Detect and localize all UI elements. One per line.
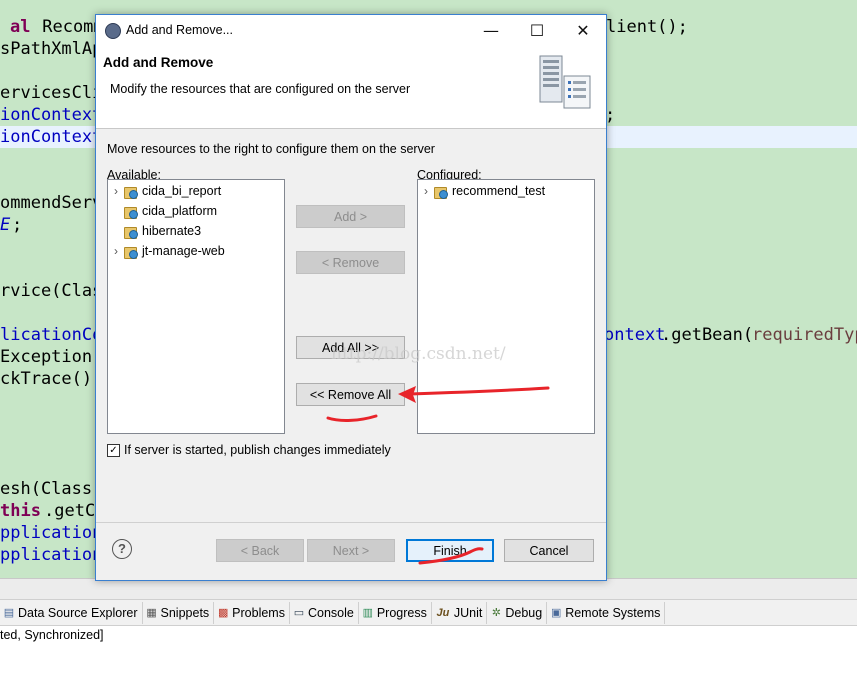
- code-fragment: E: [0, 215, 11, 235]
- tab-problems[interactable]: ▩ Problems: [214, 601, 290, 624]
- close-button[interactable]: ✕: [560, 15, 606, 46]
- dialog-title: Add and Remove...: [126, 23, 234, 37]
- finish-button[interactable]: Finish: [406, 539, 494, 562]
- dialog-titlebar[interactable]: Add and Remove... — ☐ ✕: [96, 15, 606, 46]
- data-source-icon: ▤: [3, 606, 15, 619]
- banner-title: Add and Remove: [103, 55, 214, 70]
- list-item-label: hibernate3: [142, 224, 202, 238]
- editor-scroll-area: [0, 578, 857, 599]
- tab-label: JUnit: [453, 605, 483, 620]
- publish-checkbox-label: If server is started, publish changes im…: [124, 443, 391, 457]
- web-project-icon: [124, 205, 138, 219]
- junit-icon: Ju: [436, 606, 450, 619]
- chevron-right-icon[interactable]: ›: [108, 244, 124, 258]
- chevron-right-icon[interactable]: ›: [108, 184, 124, 198]
- available-list[interactable]: › cida_bi_report cida_platform hibernate…: [107, 179, 285, 434]
- views-tab-bar: ▤ Data Source Explorer ▦ Snippets ▩ Prob…: [0, 599, 857, 626]
- list-item[interactable]: › cida_bi_report: [108, 181, 221, 201]
- configured-list[interactable]: › recommend_test: [417, 179, 595, 434]
- tab-label: Data Source Explorer: [18, 605, 138, 620]
- code-fragment: esh(Class-: [0, 479, 103, 499]
- code-fragment: requiredTyp: [752, 325, 857, 345]
- code-fragment: al: [10, 17, 31, 37]
- console-icon: ▭: [293, 606, 305, 619]
- add-remove-dialog: Add and Remove... — ☐ ✕ Add and Remove M…: [95, 14, 607, 581]
- code-fragment: .getBean(: [661, 325, 754, 345]
- remove-button[interactable]: < Remove: [296, 251, 405, 274]
- web-project-icon: [124, 245, 138, 259]
- code-fragment: ckTrace(): [0, 369, 93, 389]
- code-fragment: ;: [12, 215, 23, 235]
- instruction-text: Move resources to the right to configure…: [107, 142, 435, 156]
- list-item-label: cida_platform: [142, 204, 218, 218]
- publish-checkbox-row[interactable]: ✓ If server is started, publish changes …: [107, 443, 391, 457]
- web-project-icon: [434, 185, 448, 199]
- code-fragment: ionContext: [0, 127, 103, 147]
- minimize-button[interactable]: —: [468, 15, 514, 46]
- problems-icon: ▩: [217, 606, 229, 619]
- banner-description: Modify the resources that are configured…: [110, 82, 411, 96]
- tab-debug[interactable]: ✲ Debug: [487, 601, 548, 624]
- eclipse-icon: [105, 23, 121, 39]
- web-project-icon: [124, 225, 138, 239]
- list-item[interactable]: › recommend_test: [418, 181, 545, 201]
- code-fragment: lient();: [606, 17, 688, 37]
- code-fragment: ontext: [604, 325, 666, 345]
- add-button[interactable]: Add >: [296, 205, 405, 228]
- code-fragment: Recomm: [32, 17, 104, 37]
- code-fragment: pplication: [0, 545, 103, 565]
- help-icon[interactable]: ?: [112, 539, 132, 559]
- maximize-button[interactable]: ☐: [514, 15, 560, 46]
- code-fragment: sPathXmlAp: [0, 39, 103, 59]
- snippets-icon: ▦: [146, 606, 157, 619]
- tab-console[interactable]: ▭ Console: [290, 601, 359, 624]
- list-item-label: jt-manage-web: [142, 244, 225, 258]
- list-item[interactable]: hibernate3: [108, 221, 201, 241]
- console-status-text: ted, Synchronized]: [0, 628, 104, 642]
- code-fragment: pplication: [0, 523, 103, 543]
- tab-label: Debug: [505, 605, 543, 620]
- chevron-right-icon[interactable]: ›: [418, 184, 434, 198]
- footer-divider: [96, 522, 606, 523]
- watermark: http://blog.csdn.net/: [331, 344, 506, 364]
- tab-label: Problems: [232, 605, 285, 620]
- publish-checkbox[interactable]: ✓: [107, 443, 120, 457]
- remote-systems-icon: ▣: [551, 606, 562, 619]
- tab-junit[interactable]: Ju JUnit: [432, 601, 488, 624]
- tab-label: Snippets: [160, 605, 210, 620]
- code-fragment: this: [0, 501, 41, 521]
- remove-all-button[interactable]: << Remove All: [296, 383, 405, 406]
- web-project-icon: [124, 185, 138, 199]
- tab-label: Remote Systems: [565, 605, 661, 620]
- list-item-label: recommend_test: [452, 184, 546, 198]
- list-item[interactable]: cida_platform: [108, 201, 217, 221]
- back-button[interactable]: < Back: [216, 539, 304, 562]
- tab-snippets[interactable]: ▦ Snippets: [143, 601, 215, 624]
- tab-label: Progress: [376, 605, 427, 620]
- code-fragment: rvice(Clas: [0, 281, 103, 301]
- code-fragment: Exception: [0, 347, 93, 367]
- next-button[interactable]: Next >: [307, 539, 395, 562]
- code-fragment: ommendServ: [0, 193, 103, 213]
- debug-icon: ✲: [491, 606, 501, 619]
- tab-progress[interactable]: ▥ Progress: [359, 601, 432, 624]
- code-fragment: licationCo: [0, 325, 103, 345]
- tab-label: Console: [307, 605, 354, 620]
- tab-remote-systems[interactable]: ▣ Remote Systems: [547, 601, 666, 624]
- tab-data-source-explorer[interactable]: ▤ Data Source Explorer: [0, 601, 143, 624]
- cancel-button[interactable]: Cancel: [504, 539, 594, 562]
- code-fragment: ervicesCli: [0, 83, 103, 103]
- server-icon: [539, 55, 591, 109]
- list-item[interactable]: › jt-manage-web: [108, 241, 225, 261]
- progress-icon: ▥: [362, 606, 374, 619]
- list-item-label: cida_bi_report: [142, 184, 222, 198]
- code-fragment: ionContext: [0, 105, 103, 125]
